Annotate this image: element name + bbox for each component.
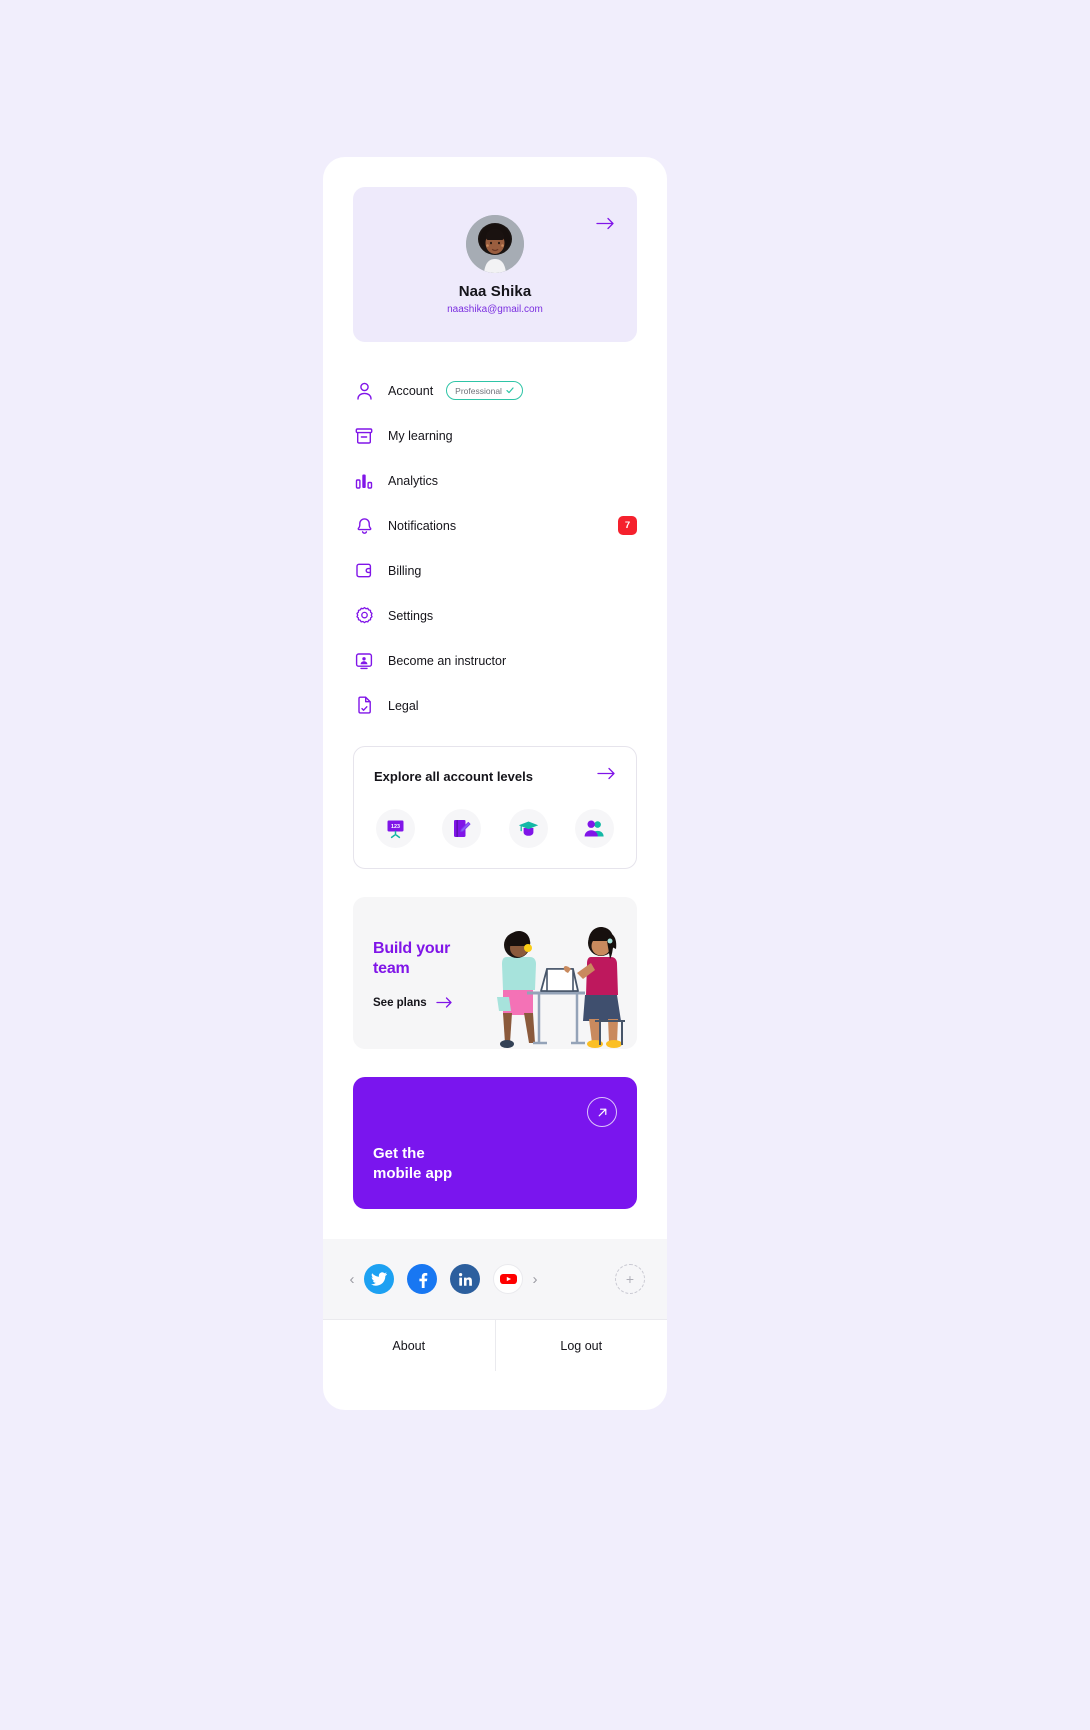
instructor-screen-icon (353, 650, 375, 672)
menu-item-become-an-instructor[interactable]: Become an instructor (353, 638, 637, 683)
menu-item-label: Account (388, 383, 434, 398)
menu-item-label: Legal (388, 698, 419, 713)
explore-chip-row: 123 (374, 809, 616, 848)
menu-item-legal[interactable]: Legal (353, 683, 637, 728)
get-mobile-app-banner[interactable]: Get the mobile app (353, 1077, 637, 1209)
explore-arrow-icon[interactable] (597, 767, 616, 785)
menu-item-label: Settings (388, 608, 434, 623)
badge-label: Professional (455, 385, 502, 396)
graduation-cap-icon[interactable] (508, 809, 548, 848)
whiteboard-123-icon[interactable]: 123 (376, 809, 415, 848)
arrow-right-icon (436, 997, 452, 1008)
twitter-icon[interactable] (364, 1264, 394, 1294)
notification-count-badge: 7 (618, 516, 637, 535)
archive-box-icon (353, 425, 375, 447)
bell-icon (353, 515, 375, 537)
menu-item-my-learning[interactable]: My learning (353, 413, 637, 458)
team-title-line-1: Build your (373, 940, 451, 957)
menu-item-account[interactable]: Account Professional (353, 368, 637, 413)
menu-item-settings[interactable]: Settings (353, 593, 637, 638)
footer-bar: About Log out (323, 1319, 667, 1371)
menu-item-label: Analytics (388, 473, 439, 488)
menu-item-label: My learning (388, 428, 453, 443)
logout-button[interactable]: Log out (494, 1320, 668, 1371)
see-plans-link[interactable]: See plans (373, 997, 453, 1009)
chevron-right-icon[interactable]: › (528, 1271, 542, 1288)
social-links-strip: ‹ › + (323, 1239, 667, 1319)
facebook-icon[interactable] (407, 1264, 437, 1294)
youtube-icon[interactable] (493, 1264, 523, 1294)
menu-item-label: Billing (388, 563, 422, 578)
menu-item-billing[interactable]: Billing (353, 548, 637, 593)
explore-account-levels-card[interactable]: Explore all account levels 123 (353, 746, 637, 869)
chevron-left-icon[interactable]: ‹ (345, 1271, 359, 1288)
plus-icon[interactable]: + (615, 1264, 645, 1294)
build-your-team-card[interactable]: Build your team See plans (353, 897, 637, 1049)
svg-text:123: 123 (391, 824, 400, 830)
mobile-screen: Naa Shika naashika@gmail.com Account Pro… (323, 157, 667, 1410)
team-card-text: Build your team See plans (373, 939, 453, 1009)
profile-arrow-icon[interactable] (595, 213, 615, 233)
people-group-icon[interactable] (574, 809, 614, 848)
status-badge-professional[interactable]: Professional (446, 381, 523, 400)
team-title-line-2: team (373, 959, 410, 977)
team-card-title: Build your team (373, 939, 453, 979)
explore-card-title: Explore all account levels (374, 768, 533, 784)
menu-item-analytics[interactable]: Analytics (353, 458, 637, 503)
bar-chart-icon (353, 470, 375, 492)
app-title-line-1: Get the (373, 1145, 425, 1162)
profile-card[interactable]: Naa Shika naashika@gmail.com (353, 187, 637, 342)
see-plans-label: See plans (373, 996, 427, 1009)
avatar (466, 214, 524, 273)
menu-item-label: Become an instructor (388, 653, 507, 668)
about-button[interactable]: About (323, 1320, 495, 1371)
social-icon-list (364, 1264, 523, 1294)
linkedin-icon[interactable] (450, 1264, 480, 1294)
app-title-line-2: mobile app (373, 1164, 453, 1182)
check-icon (506, 387, 514, 394)
profile-name: Naa Shika (458, 282, 532, 300)
two-women-at-desk-illustration (497, 927, 625, 1048)
arrow-up-right-icon[interactable] (587, 1097, 617, 1127)
app-banner-title: Get the mobile app (373, 1144, 452, 1183)
explore-card-header: Explore all account levels (374, 767, 616, 785)
gear-icon (353, 605, 375, 627)
menu-item-notifications[interactable]: Notifications 7 (353, 503, 637, 548)
notebook-pencil-icon[interactable] (442, 809, 482, 848)
person-icon (353, 380, 375, 402)
page-background: Naa Shika naashika@gmail.com Account Pro… (0, 0, 1090, 1730)
main-menu: Account Professional My learning Analyti… (353, 368, 637, 728)
document-check-icon (353, 695, 375, 717)
menu-item-label: Notifications (388, 518, 457, 533)
wallet-icon (353, 560, 375, 582)
profile-email: naashika@gmail.com (447, 303, 543, 315)
